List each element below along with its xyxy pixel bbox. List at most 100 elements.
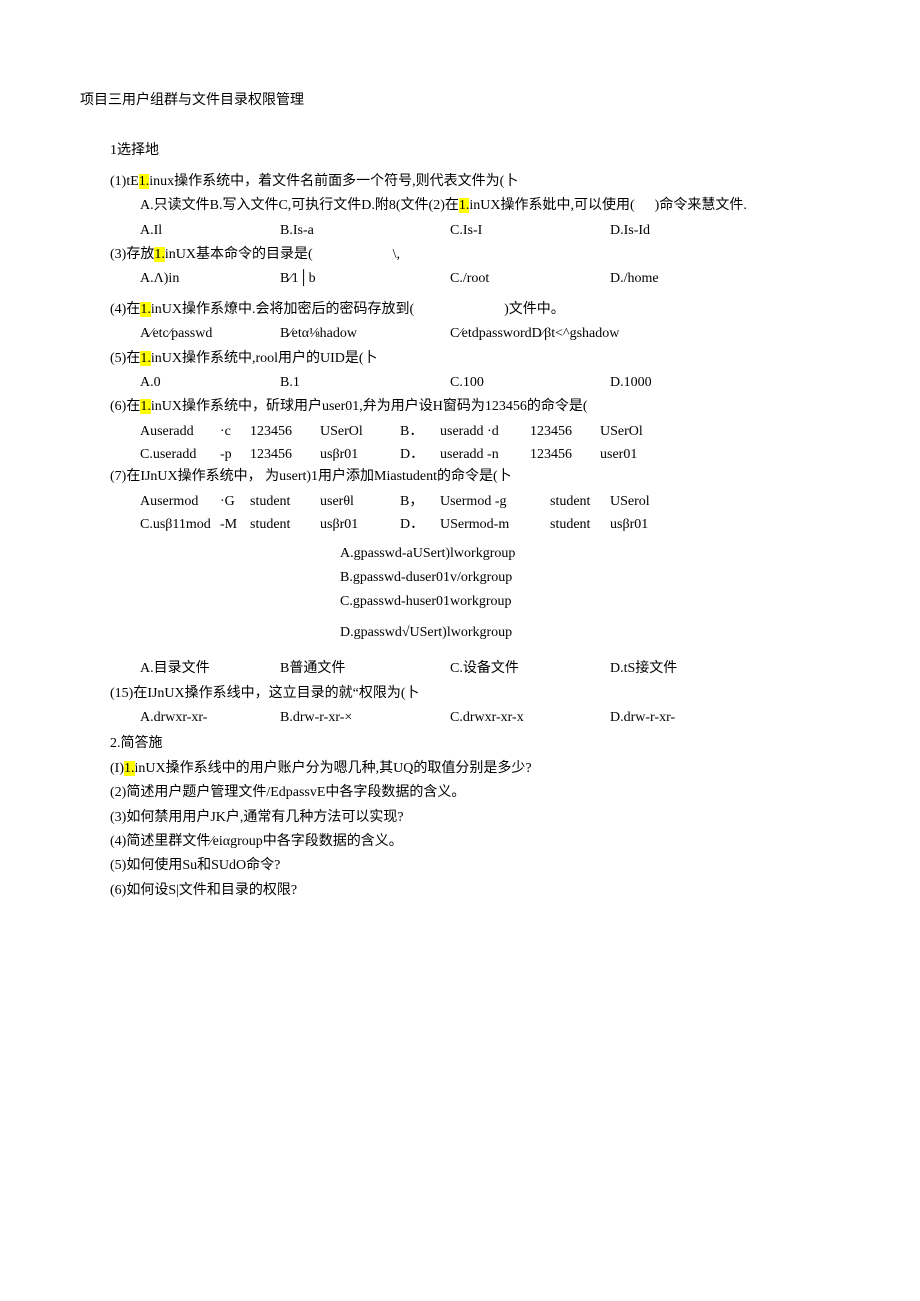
q6-r2c1: C.useradd	[140, 444, 220, 466]
q3-opt-d: D./home	[610, 268, 659, 290]
document-title: 项目三用户组群与文件目录权限管理	[80, 90, 840, 112]
q7-r2c4: usβr01	[320, 514, 400, 536]
q7-r2c6: USermod-m	[440, 514, 550, 536]
q15-options: A.drwxr-xr- B.drw-r-xr-× C.drwxr-xr-x D.…	[80, 707, 840, 729]
q6-r1c4: USerOl	[320, 421, 400, 443]
q6-highlight: 1.	[140, 399, 151, 414]
q4-mid: inUX操作系燎中.会将加密后的密码存放到(	[151, 302, 414, 317]
q14-options: A.目录文件 B普通文件 C.设备文件 D.tS接文件	[80, 658, 840, 680]
q6-r2c3: 123456	[250, 444, 320, 466]
q1-prefix: (1)tE	[110, 174, 139, 189]
q7-r2c7: student	[550, 514, 610, 536]
q3-prefix: (3)存放	[110, 247, 154, 262]
q14-opt-a: A.目录文件	[140, 658, 280, 680]
q2-opt-a: A.Il	[140, 220, 280, 242]
q7-r2c1: C.usβ11mod	[140, 514, 220, 536]
section2-q3: (3)如何禁用用户JK户,通常有几种方法可以实现?	[80, 807, 840, 829]
q1-suffix: inux操作系统中，着文件名前面多一个符号,则代表文件为(卜	[149, 174, 518, 189]
q5-highlight: 1.	[140, 351, 151, 366]
q6-r2c5: D．	[400, 444, 440, 466]
q4-opt-b: B⁄etα⅛hadow	[280, 323, 450, 345]
s2q1-suffix: inUX搡作系线中的用户账户分为嗯几种,其UQ的取值分别是多少?	[135, 761, 532, 776]
q6-r1c8: USerOl	[600, 421, 660, 443]
question-7-text: (7)在IJnUX操作系统中， 为usert)1用户添加Miastudent的命…	[80, 466, 840, 488]
q4-highlight: 1.	[140, 302, 151, 317]
q14-opt-c: C.设备文件	[450, 658, 610, 680]
question-15-text: (15)在IJnUX搡作系线中，这立目录的就“权限为(卜	[80, 683, 840, 705]
q4-opt-cd: C⁄etdpasswordD⁄βt<^gshadow	[450, 323, 619, 345]
q4-prefix: (4)在	[110, 302, 140, 317]
q6-r1c6: useradd ·d	[440, 421, 530, 443]
section2-q5: (5)如何使用Su和SUdO命令?	[80, 855, 840, 877]
q3-highlight: 1.	[154, 247, 165, 262]
q4-options: A⁄etc⁄passwd B⁄etα⅛hadow C⁄etdpasswordD⁄…	[80, 323, 840, 345]
q14-opt-b: B普通文件	[280, 658, 450, 680]
q1-combined-options: A.只读文件B.写入文件C,可执行文件D.附8(文件(2)在1.inUX操作系妣…	[80, 195, 840, 217]
question-1-text: (1)tE1.inux操作系统中，着文件名前面多一个符号,则代表文件为(卜	[80, 171, 840, 193]
q5-opt-c: C.100	[450, 372, 610, 394]
q7-r1c8: USerol	[610, 491, 670, 513]
q6-r1c7: 123456	[530, 421, 600, 443]
q7-r1c2: ·G	[220, 491, 250, 513]
q15-opt-b: B.drw-r-xr-×	[280, 707, 450, 729]
section-2-header: 2.简答施	[80, 733, 840, 755]
question-5-text: (5)在1.inUX操作系统中,rool用户的UID是(卜	[80, 348, 840, 370]
q6-suffix: inUX操作系统中，斫球用户user01,弁为用户设H窗码为123456的命令是…	[151, 399, 588, 414]
q2-opt-d: D.Is-Id	[610, 220, 650, 242]
q6-r2c4: usβr01	[320, 444, 400, 466]
q1-opts-c: )命令来慧文件.	[635, 198, 747, 213]
s2q1-prefix: (I)	[110, 761, 124, 776]
q15-opt-a: A.drwxr-xr-	[140, 707, 280, 729]
q6-options-grid: Auseradd ·c 123456 USerOl B． useradd ·d …	[80, 421, 840, 467]
q3-mid: inUX基本命令的目录是(	[165, 247, 313, 262]
q3-options: A.Λ)in B⁄1│b C./root D./home	[80, 268, 840, 290]
q3-opt-c: C./root	[450, 268, 610, 290]
question-4-text: (4)在1.inUX操作系燎中.会将加密后的密码存放到()文件中。	[80, 299, 840, 321]
q6-r1c3: 123456	[250, 421, 320, 443]
q7-r2c3: student	[250, 514, 320, 536]
q7-r1c4: userθl	[320, 491, 400, 513]
q7-r1c3: student	[250, 491, 320, 513]
q7-r1c6: Usermod -g	[440, 491, 550, 513]
q6-prefix: (6)在	[110, 399, 140, 414]
q6-r2c7: 123456	[530, 444, 600, 466]
q4-opt-a: A⁄etc⁄passwd	[140, 323, 280, 345]
section-1-header: 1选择地	[80, 140, 840, 162]
q5-opt-d: D.1000	[610, 372, 652, 394]
section2-q2: (2)简述用户题户管理文件/EdpassvE中各字段数据的含义。	[80, 782, 840, 804]
q6-r2c2: -p	[220, 444, 250, 466]
q7-r2c8: usβr01	[610, 514, 670, 536]
q4-suffix: )文件中。	[414, 302, 565, 317]
q7-r2c5: D．	[400, 514, 440, 536]
gpasswd-d: D.gpasswd√USert)lworkgroup	[340, 622, 840, 644]
q2-opt-c: C.Is-I	[450, 220, 610, 242]
q15-opt-d: D.drw-r-xr-	[610, 707, 675, 729]
q7-r1c1: Ausermod	[140, 491, 220, 513]
q7-r1c7: student	[550, 491, 610, 513]
gpasswd-c: C.gpasswd-huser01workgroup	[340, 591, 840, 613]
q5-prefix: (5)在	[110, 351, 140, 366]
q6-r2c8: user01	[600, 444, 660, 466]
q2-opt-b: B.Is-a	[280, 220, 450, 242]
q7-options-grid: Ausermod ·G student userθl B， Usermod -g…	[80, 491, 840, 537]
section2-q4: (4)简述里群文件⁄eiαgroup中各字段数据的含义。	[80, 831, 840, 853]
q3-opt-b: B⁄1│b	[280, 268, 450, 290]
q6-r1c5: B．	[400, 421, 440, 443]
q2-options: A.Il B.Is-a C.Is-I D.Is-Id	[80, 220, 840, 242]
q7-r1c5: B，	[400, 491, 440, 513]
q5-opt-a: A.0	[140, 372, 280, 394]
gpasswd-block: A.gpasswd-aUSert)lworkgroup B.gpasswd-du…	[80, 543, 840, 645]
q3-suffix: \,	[313, 247, 400, 262]
q5-suffix: inUX操作系统中,rool用户的UID是(卜	[151, 351, 378, 366]
q5-options: A.0 B.1 C.100 D.1000	[80, 372, 840, 394]
q1-opts-b: inUX操作系妣中,可以使用(	[469, 198, 634, 213]
q1-highlight: 1.	[139, 174, 150, 189]
q6-r1c1: Auseradd	[140, 421, 220, 443]
s2q1-highlight: 1.	[124, 761, 135, 776]
q1-opts-hl: 1.	[459, 198, 470, 213]
section2-q1: (I)1.inUX搡作系线中的用户账户分为嗯几种,其UQ的取值分别是多少?	[80, 758, 840, 780]
q15-opt-c: C.drwxr-xr-x	[450, 707, 610, 729]
q3-opt-a: A.Λ)in	[140, 268, 280, 290]
q1-opts-a: A.只读文件B.写入文件C,可执行文件D.附8(文件(2)在	[140, 198, 459, 213]
q6-r1c2: ·c	[220, 421, 250, 443]
